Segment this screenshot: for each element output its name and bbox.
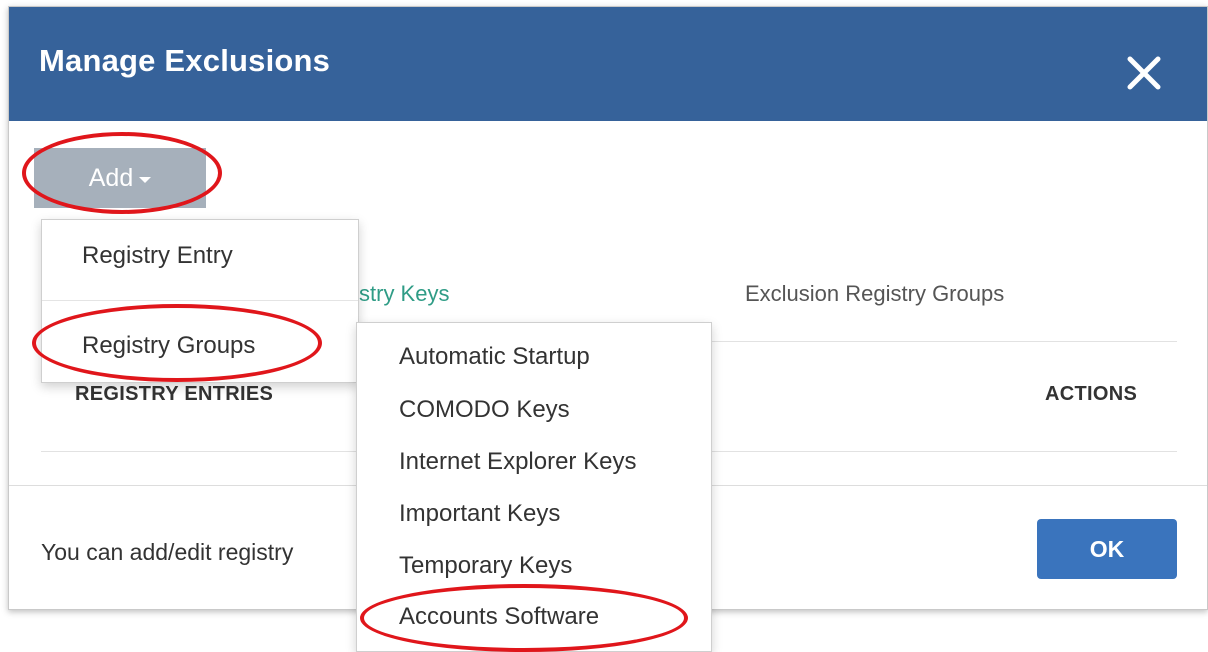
ok-button[interactable]: OK <box>1037 519 1177 579</box>
menu-item-registry-entry[interactable]: Registry Entry <box>42 242 358 270</box>
tab-exclusion-registry-groups[interactable]: Exclusion Registry Groups <box>745 281 1004 307</box>
dialog-title: Manage Exclusions <box>39 43 331 78</box>
submenu-item-internet-explorer-keys[interactable]: Internet Explorer Keys <box>357 448 711 476</box>
submenu-item-comodo-keys[interactable]: COMODO Keys <box>357 396 711 424</box>
registry-groups-submenu: Automatic Startup COMODO Keys Internet E… <box>356 322 712 652</box>
submenu-item-important-keys[interactable]: Important Keys <box>357 500 711 528</box>
add-button[interactable]: Add <box>34 148 206 208</box>
footer-help-text: You can add/edit registry <box>41 539 294 565</box>
add-dropdown-menu: Registry Entry Registry Groups <box>41 219 359 383</box>
submenu-item-temporary-keys[interactable]: Temporary Keys <box>357 552 711 580</box>
menu-separator <box>42 300 358 301</box>
submenu-item-accounts-software[interactable]: Accounts Software <box>357 603 711 631</box>
add-button-label: Add <box>88 163 134 192</box>
screenshot-stage: Manage Exclusions stry Keys Exclusion Re… <box>0 0 1208 652</box>
dialog-header: Manage Exclusions <box>9 7 1207 121</box>
menu-item-registry-groups[interactable]: Registry Groups <box>42 332 358 360</box>
column-header-registry-entries: REGISTRY ENTRIES <box>75 383 274 405</box>
caret-down-icon <box>139 177 152 183</box>
close-icon[interactable] <box>1122 51 1166 95</box>
column-header-actions: ACTIONS <box>1045 383 1138 405</box>
tab-exclusion-registry-keys[interactable]: stry Keys <box>359 281 449 307</box>
submenu-item-automatic-startup[interactable]: Automatic Startup <box>357 343 711 371</box>
